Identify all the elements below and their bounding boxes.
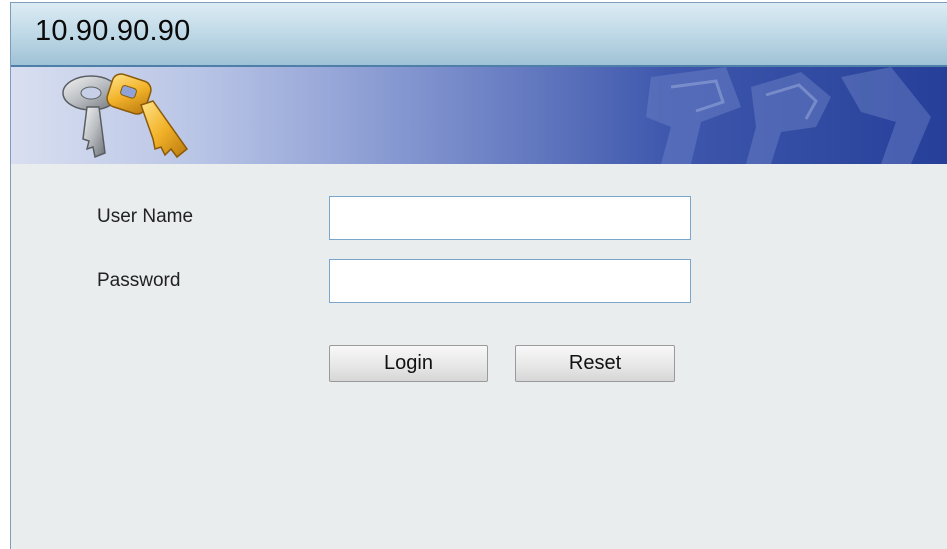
username-input[interactable] <box>329 196 691 240</box>
username-label: User Name <box>97 206 194 227</box>
login-form: User Name Password Login Reset <box>11 164 947 549</box>
login-button[interactable]: Login <box>329 345 488 382</box>
login-dialog: 10.90.90.90 User Name Password Login Res… <box>10 2 947 549</box>
window-title: 10.90.90.90 <box>35 15 191 47</box>
keys-icon <box>62 73 189 159</box>
reset-button[interactable]: Reset <box>515 345 675 382</box>
password-input[interactable] <box>329 259 691 303</box>
password-label: Password <box>97 270 181 291</box>
title-bar: 10.90.90.90 <box>11 3 947 67</box>
keys-watermark-icon <box>646 67 931 164</box>
banner <box>11 67 947 164</box>
